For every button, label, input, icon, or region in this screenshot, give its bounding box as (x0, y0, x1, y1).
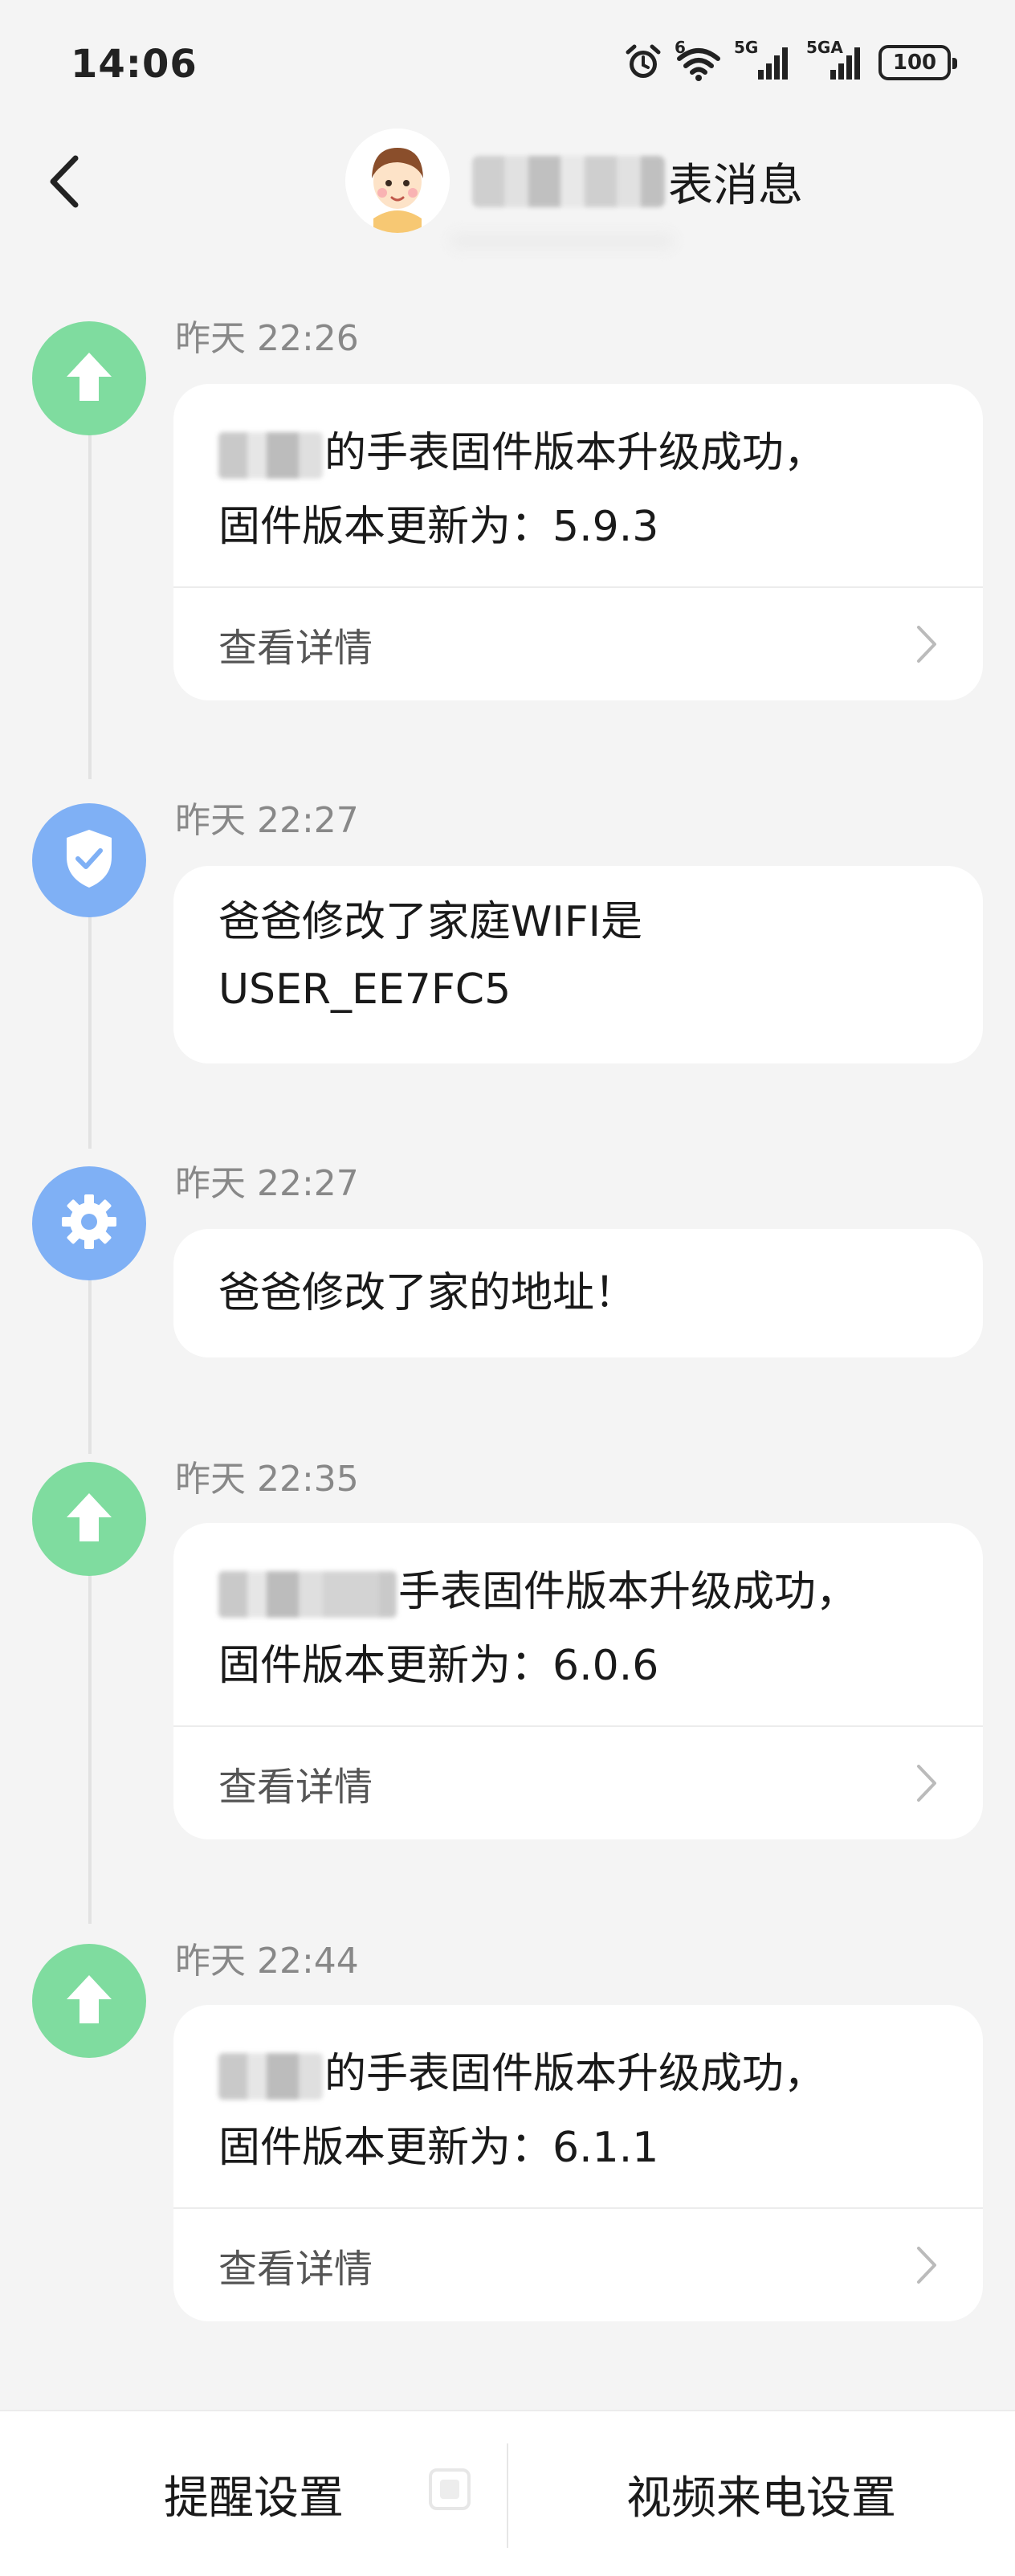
child-avatar-icon (345, 129, 450, 233)
view-details-label: 查看详情 (218, 2247, 373, 2292)
battery-level: 100 (892, 51, 937, 75)
message-line2: 固件版本更新为：6.1.1 (218, 2124, 659, 2172)
status-icons: 6 5G 5GA 100 (623, 38, 957, 85)
header: 表消息 (0, 120, 1015, 249)
message-card: 爸爸修改了家的地址！ (173, 1229, 983, 1357)
view-details-button[interactable]: 查看详情 (173, 1727, 983, 1839)
view-details-button[interactable]: 查看详情 (173, 588, 983, 700)
message-card: 爸爸修改了家庭WIFI是 USER_EE7FC5 (173, 866, 983, 1063)
message-line1: 的手表固件版本升级成功， (324, 429, 826, 477)
redacted-name (218, 432, 323, 479)
chevron-right-icon (915, 1763, 938, 1803)
alarm-icon (623, 43, 663, 83)
battery-icon: 100 (878, 45, 957, 80)
message-line: 固件版本更新为：5.9.3 (218, 490, 938, 564)
signal-5g-icon: 5G (734, 38, 795, 83)
timeline-line (88, 1570, 92, 1924)
message-body: 的手表固件版本升级成功， 固件版本更新为：5.9.3 (173, 384, 983, 586)
watermark-logo-icon (429, 2468, 471, 2510)
wifi-tag: 6 (675, 38, 686, 57)
upload-arrow-icon (60, 348, 118, 409)
signal2-tag: 5GA (806, 38, 843, 57)
view-details-button[interactable]: 查看详情 (173, 2209, 983, 2321)
notification-page: 14:06 6 5G 5GA 100 表消息 昨天 22:26 的手表固件版本升… (0, 0, 1015, 2576)
timeline-line (88, 1277, 92, 1454)
timeline-node-settings (32, 1166, 146, 1280)
message-body: 爸爸修改了家的地址！ (173, 1229, 983, 1330)
wifi-icon: 6 (675, 38, 723, 83)
message-line: 手表固件版本升级成功， (218, 1555, 938, 1629)
message-time: 昨天 22:27 (175, 1163, 359, 1204)
chevron-right-icon (915, 624, 938, 664)
header-title-text: 表消息 (668, 159, 803, 212)
message-line1: 爸爸修改了家的地址！ (218, 1269, 637, 1317)
message-line2: 固件版本更新为：6.0.6 (218, 1642, 659, 1690)
timeline-node-update (32, 1462, 146, 1576)
message-line: 的手表固件版本升级成功， (218, 2037, 938, 2111)
message-line: 的手表固件版本升级成功， (218, 416, 938, 490)
message-line2: USER_EE7FC5 (218, 965, 512, 1014)
status-bar: 14:06 6 5G 5GA 100 (0, 0, 1015, 120)
message-line1: 爸爸修改了家庭WIFI是 (218, 898, 642, 946)
timeline-node-update (32, 321, 146, 435)
gear-icon (59, 1191, 120, 1255)
redacted-name (472, 156, 665, 207)
message-time: 昨天 22:27 (175, 800, 359, 841)
signal1-tag: 5G (734, 38, 759, 57)
message-card: 的手表固件版本升级成功， 固件版本更新为：6.1.1 查看详情 (173, 2005, 983, 2321)
redacted-name (218, 2053, 323, 2100)
status-time: 14:06 (71, 42, 198, 87)
upload-arrow-icon (60, 1970, 118, 2031)
timeline-line (88, 434, 92, 779)
message-card: 手表固件版本升级成功， 固件版本更新为：6.0.6 查看详情 (173, 1523, 983, 1839)
chevron-right-icon (915, 2245, 938, 2285)
message-line: 固件版本更新为：6.0.6 (218, 1629, 938, 1703)
message-line: 爸爸修改了家的地址！ (218, 1256, 938, 1330)
watermark (426, 2461, 586, 2517)
message-line: USER_EE7FC5 (218, 956, 938, 1023)
message-line: 爸爸修改了家庭WIFI是 (218, 888, 938, 956)
bottom-bar: 提醒设置 视频来电设置 (0, 2410, 1015, 2576)
view-details-label: 查看详情 (218, 1765, 373, 1810)
message-line1: 手表固件版本升级成功， (398, 1568, 858, 1616)
message-body: 爸爸修改了家庭WIFI是 USER_EE7FC5 (173, 866, 983, 1023)
view-details-label: 查看详情 (218, 626, 373, 671)
avatar (345, 129, 450, 233)
message-time: 昨天 22:35 (175, 1459, 359, 1500)
message-body: 手表固件版本升级成功， 固件版本更新为：6.0.6 (173, 1523, 983, 1725)
timeline-line (88, 916, 92, 1149)
message-body: 的手表固件版本升级成功， 固件版本更新为：6.1.1 (173, 2005, 983, 2207)
timeline-node-update (32, 1944, 146, 2058)
message-line2: 固件版本更新为：5.9.3 (218, 503, 659, 551)
shield-check-icon (60, 827, 118, 894)
signal-5ga-icon: 5GA (806, 38, 867, 83)
message-line: 固件版本更新为：6.1.1 (218, 2111, 938, 2185)
redacted-name (218, 1571, 397, 1618)
chevron-left-icon (47, 153, 82, 213)
header-shadow (450, 233, 675, 249)
timeline-node-security (32, 803, 146, 917)
back-button[interactable] (32, 151, 96, 215)
message-line1: 的手表固件版本升级成功， (324, 2050, 826, 2098)
message-time: 昨天 22:44 (175, 1941, 359, 1982)
message-card: 的手表固件版本升级成功， 固件版本更新为：5.9.3 查看详情 (173, 384, 983, 700)
upload-arrow-icon (60, 1488, 118, 1549)
message-time: 昨天 22:26 (175, 318, 359, 359)
header-title: 表消息 (472, 151, 803, 212)
